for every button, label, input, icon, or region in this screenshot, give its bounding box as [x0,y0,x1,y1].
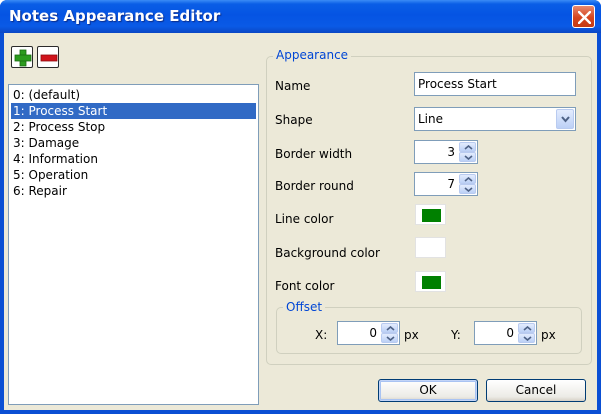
name-label: Name [275,79,311,93]
list-item[interactable]: 6: Repair [11,183,256,199]
border-round-label: Border round [275,179,354,193]
offset-x-up-button[interactable] [381,323,398,333]
list-item[interactable]: 1: Process Start [11,103,256,119]
border-width-down-button[interactable] [459,152,476,162]
chevron-down-icon [561,116,570,123]
list-item[interactable]: 3: Damage [11,135,256,151]
background-color-swatch [422,242,441,255]
border-width-up-button[interactable] [459,142,476,152]
chevron-down-icon [523,336,532,341]
minus-icon [40,54,58,62]
notes-list[interactable]: 0: (default) 1: Process Start 2: Process S… [8,84,259,405]
offset-x-label: X: [315,328,328,342]
list-item[interactable]: 0: (default) [11,87,256,103]
window-title: Notes Appearance Editor [9,7,221,25]
appearance-group-title: Appearance [273,48,352,62]
shape-select[interactable]: Line [414,107,576,131]
line-color-label: Line color [275,212,334,226]
border-width-label: Border width [275,147,353,161]
remove-button[interactable] [37,46,59,68]
offset-x-unit: px [404,328,419,342]
chevron-up-icon [464,177,473,182]
dialog-body: 0: (default) 1: Process Start 2: Process S… [4,33,597,410]
border-round-spinner[interactable]: 7 [414,172,478,196]
name-input[interactable]: Process Start [414,72,576,96]
line-color-picker[interactable] [415,204,446,225]
list-item[interactable]: 5: Operation [11,167,256,183]
offset-x-down-button[interactable] [381,333,398,343]
line-color-swatch [422,209,441,222]
add-button[interactable] [11,46,33,68]
list-item[interactable]: 2: Process Stop [11,119,256,135]
border-round-down-button[interactable] [459,184,476,194]
title-bar[interactable]: Notes Appearance Editor [0,0,601,33]
font-color-swatch [422,276,441,289]
chevron-up-icon [464,145,473,150]
offset-y-label: Y: [451,328,461,342]
plus-icon [14,49,32,67]
border-round-up-button[interactable] [459,174,476,184]
chevron-down-icon [464,187,473,192]
font-color-picker[interactable] [415,271,446,292]
shape-dropdown-button[interactable] [556,109,574,129]
close-icon [578,11,591,24]
border-width-value: 3 [447,145,455,159]
chevron-down-icon [464,155,473,160]
background-color-label: Background color [275,246,380,260]
shape-label: Shape [275,113,313,127]
font-color-label: Font color [275,279,335,293]
offset-x-value: 0 [369,326,377,340]
offset-x-spinner[interactable]: 0 [337,321,400,345]
border-round-value: 7 [447,177,455,191]
list-item[interactable]: 4: Information [11,151,256,167]
background-color-picker[interactable] [415,237,446,258]
offset-y-spinner[interactable]: 0 [474,321,537,345]
shape-select-value: Line [418,112,444,126]
ok-button[interactable]: OK [378,379,478,402]
offset-y-up-button[interactable] [518,323,535,333]
chevron-down-icon [386,336,395,341]
cancel-button[interactable]: Cancel [486,379,586,402]
offset-group-title: Offset [283,300,326,314]
offset-y-down-button[interactable] [518,333,535,343]
chevron-up-icon [386,326,395,331]
offset-y-unit: px [541,328,556,342]
border-width-spinner[interactable]: 3 [414,140,478,164]
chevron-up-icon [523,326,532,331]
offset-y-value: 0 [506,326,514,340]
close-button[interactable] [572,5,595,28]
dialog-window: Notes Appearance Editor 0: (default) 1: P… [0,0,601,414]
